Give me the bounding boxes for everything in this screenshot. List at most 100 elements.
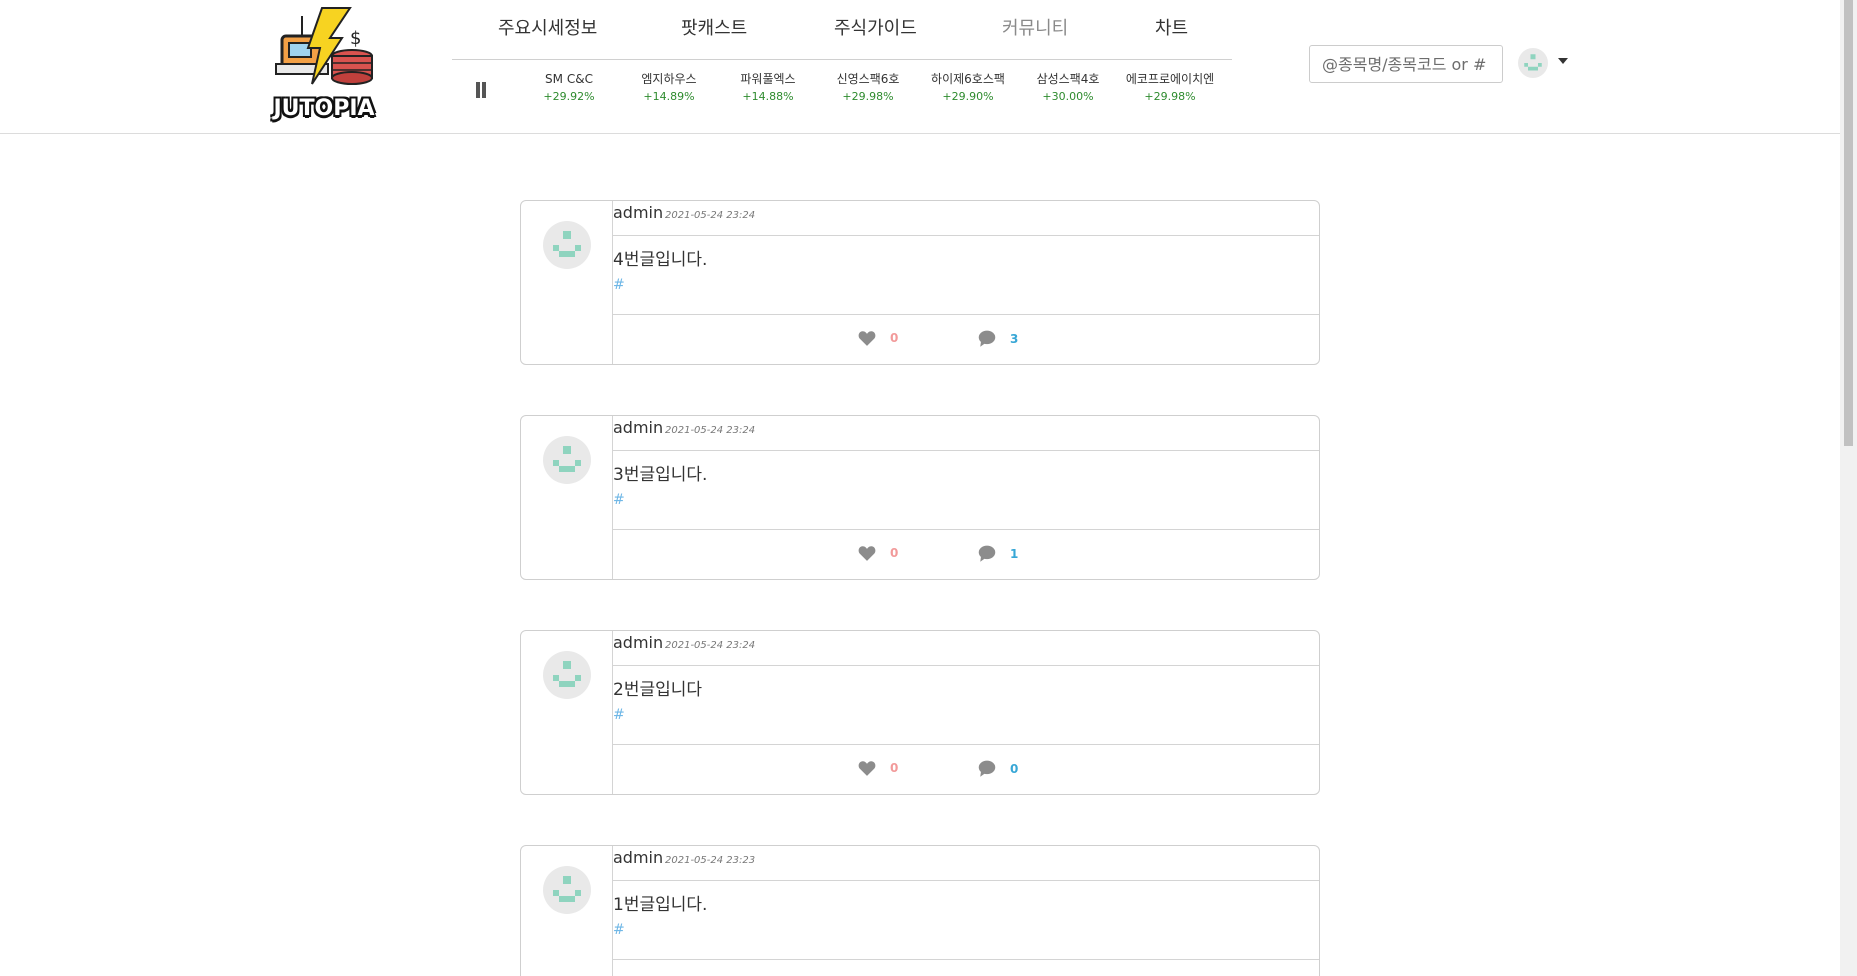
ticker-item[interactable]: 하이제6호스팩 +29.90% <box>920 70 1016 106</box>
svg-text:$: $ <box>350 28 361 49</box>
post-card: admin 2021-05-24 23:23 1번글입니다. # <box>520 845 1320 976</box>
post-content[interactable]: 2번글입니다 <box>613 675 702 700</box>
search-input[interactable] <box>1309 45 1503 83</box>
nav-item-stock-guide[interactable]: 주식가이드 <box>834 14 917 40</box>
post-date: 2021-05-24 23:24 <box>665 640 756 651</box>
comment-count: 3 <box>1010 331 1019 346</box>
heart-icon <box>858 331 876 346</box>
post-content[interactable]: 1번글입니다. <box>613 890 707 915</box>
post-date: 2021-05-24 23:23 <box>665 855 756 866</box>
post-body: 4번글입니다. # <box>613 235 1319 315</box>
post-hashtag[interactable]: # <box>613 922 625 938</box>
ticker-name: 신영스팩6호 <box>836 72 900 86</box>
ticker-item[interactable]: 삼성스팩4호 +30.00% <box>1020 70 1116 106</box>
post-avatar-column <box>521 846 613 976</box>
post-card: admin 2021-05-24 23:24 3번글입니다. # 0 1 <box>520 415 1320 580</box>
user-avatar[interactable] <box>1518 48 1548 78</box>
avatar[interactable] <box>543 651 591 699</box>
like-button[interactable]: 0 <box>858 330 898 346</box>
scrollbar[interactable] <box>1840 0 1857 976</box>
ticker-change: +29.90% <box>942 90 994 103</box>
ticker-item[interactable]: 엠지하우스 +14.89% <box>621 70 717 106</box>
default-avatar-icon <box>1524 54 1542 71</box>
ticker-change: +29.98% <box>1144 90 1196 103</box>
post-avatar-column <box>521 631 613 794</box>
ticker-item[interactable]: SM C&C +29.92% <box>521 70 617 106</box>
comment-button[interactable]: 0 <box>978 760 1018 777</box>
post-author[interactable]: admin <box>613 203 663 222</box>
comment-icon <box>978 330 996 347</box>
post-content[interactable]: 4번글입니다. <box>613 245 707 270</box>
post-content[interactable]: 3번글입니다. <box>613 460 707 485</box>
post-card: admin 2021-05-24 23:24 2번글입니다 # 0 0 <box>520 630 1320 795</box>
scrollbar-thumb[interactable] <box>1844 0 1853 446</box>
comment-icon <box>978 545 996 562</box>
comment-icon <box>978 760 996 777</box>
post-author[interactable]: admin <box>613 633 663 652</box>
post-avatar-column <box>521 201 613 364</box>
ticker-change: +29.98% <box>842 90 894 103</box>
nav-item-podcast[interactable]: 팟캐스트 <box>681 14 747 40</box>
site-header: $ JUTOPIA 주요시세정보 팟캐스트 주식가이드 커뮤니티 차트 SM C… <box>0 0 1840 134</box>
default-avatar-icon <box>553 231 581 257</box>
post-author[interactable]: admin <box>613 848 663 867</box>
like-count: 0 <box>890 546 899 560</box>
ticker-name: 삼성스팩4호 <box>1036 72 1100 86</box>
jutopia-logo[interactable]: $ JUTOPIA <box>272 6 376 126</box>
comment-count: 1 <box>1010 546 1019 561</box>
like-button[interactable]: 0 <box>858 545 898 561</box>
comment-button[interactable]: 1 <box>978 545 1018 562</box>
avatar[interactable] <box>543 436 591 484</box>
stock-ticker: SM C&C +29.92% 엠지하우스 +14.89% 파워풀엑스 +14.8… <box>452 62 1232 128</box>
ticker-name: 하이제6호스팩 <box>931 72 1005 86</box>
ticker-name: 에코프로에이치엔 <box>1125 72 1215 86</box>
post-avatar-column <box>521 416 613 579</box>
post-hashtag[interactable]: # <box>613 277 625 293</box>
post-actions: 0 0 <box>613 745 1319 795</box>
pause-icon[interactable] <box>474 82 488 98</box>
comment-button[interactable]: 3 <box>978 330 1018 347</box>
default-avatar-icon <box>553 446 581 472</box>
avatar[interactable] <box>543 221 591 269</box>
post-header: admin 2021-05-24 23:24 <box>613 631 1319 666</box>
post-date: 2021-05-24 23:24 <box>665 210 756 221</box>
ticker-name: 파워풀엑스 <box>740 72 796 86</box>
chevron-down-icon[interactable] <box>1558 58 1568 64</box>
ticker-item[interactable]: 에코프로에이치엔 +29.98% <box>1120 70 1220 106</box>
post-card: admin 2021-05-24 23:24 4번글입니다. # 0 3 <box>520 200 1320 365</box>
ticker-item[interactable]: 파워풀엑스 +14.88% <box>720 70 816 106</box>
comment-count: 0 <box>1010 761 1019 776</box>
default-avatar-icon <box>553 661 581 687</box>
post-body: 2번글입니다 # <box>613 665 1319 745</box>
ticker-item[interactable]: 신영스팩6호 +29.98% <box>820 70 916 106</box>
ticker-change: +29.92% <box>543 90 595 103</box>
post-hashtag[interactable]: # <box>613 492 625 508</box>
post-actions: 0 3 <box>613 315 1319 365</box>
default-avatar-icon <box>553 876 581 902</box>
post-body: 1번글입니다. # <box>613 880 1319 960</box>
like-count: 0 <box>890 761 899 775</box>
post-author[interactable]: admin <box>613 418 663 437</box>
like-button[interactable]: 0 <box>858 760 898 776</box>
post-hashtag[interactable]: # <box>613 707 625 723</box>
logo-text: JUTOPIA <box>273 96 375 121</box>
ticker-change: +14.89% <box>643 90 695 103</box>
main-nav: 주요시세정보 팟캐스트 주식가이드 커뮤니티 차트 <box>452 0 1232 60</box>
post-header: admin 2021-05-24 23:24 <box>613 416 1319 451</box>
heart-icon <box>858 546 876 561</box>
ticker-name: SM C&C <box>545 72 593 86</box>
ticker-change: +30.00% <box>1042 90 1094 103</box>
post-actions: 0 1 <box>613 530 1319 580</box>
post-header: admin 2021-05-24 23:23 <box>613 846 1319 881</box>
nav-item-community[interactable]: 커뮤니티 <box>1002 14 1068 40</box>
ticker-change: +14.88% <box>742 90 794 103</box>
avatar[interactable] <box>543 866 591 914</box>
post-date: 2021-05-24 23:24 <box>665 425 756 436</box>
ticker-name: 엠지하우스 <box>641 72 697 86</box>
nav-item-market-info[interactable]: 주요시세정보 <box>498 14 597 40</box>
heart-icon <box>858 761 876 776</box>
nav-item-chart[interactable]: 차트 <box>1155 14 1188 40</box>
logo-icon: $ <box>275 7 373 85</box>
like-count: 0 <box>890 331 899 345</box>
post-body: 3번글입니다. # <box>613 450 1319 530</box>
